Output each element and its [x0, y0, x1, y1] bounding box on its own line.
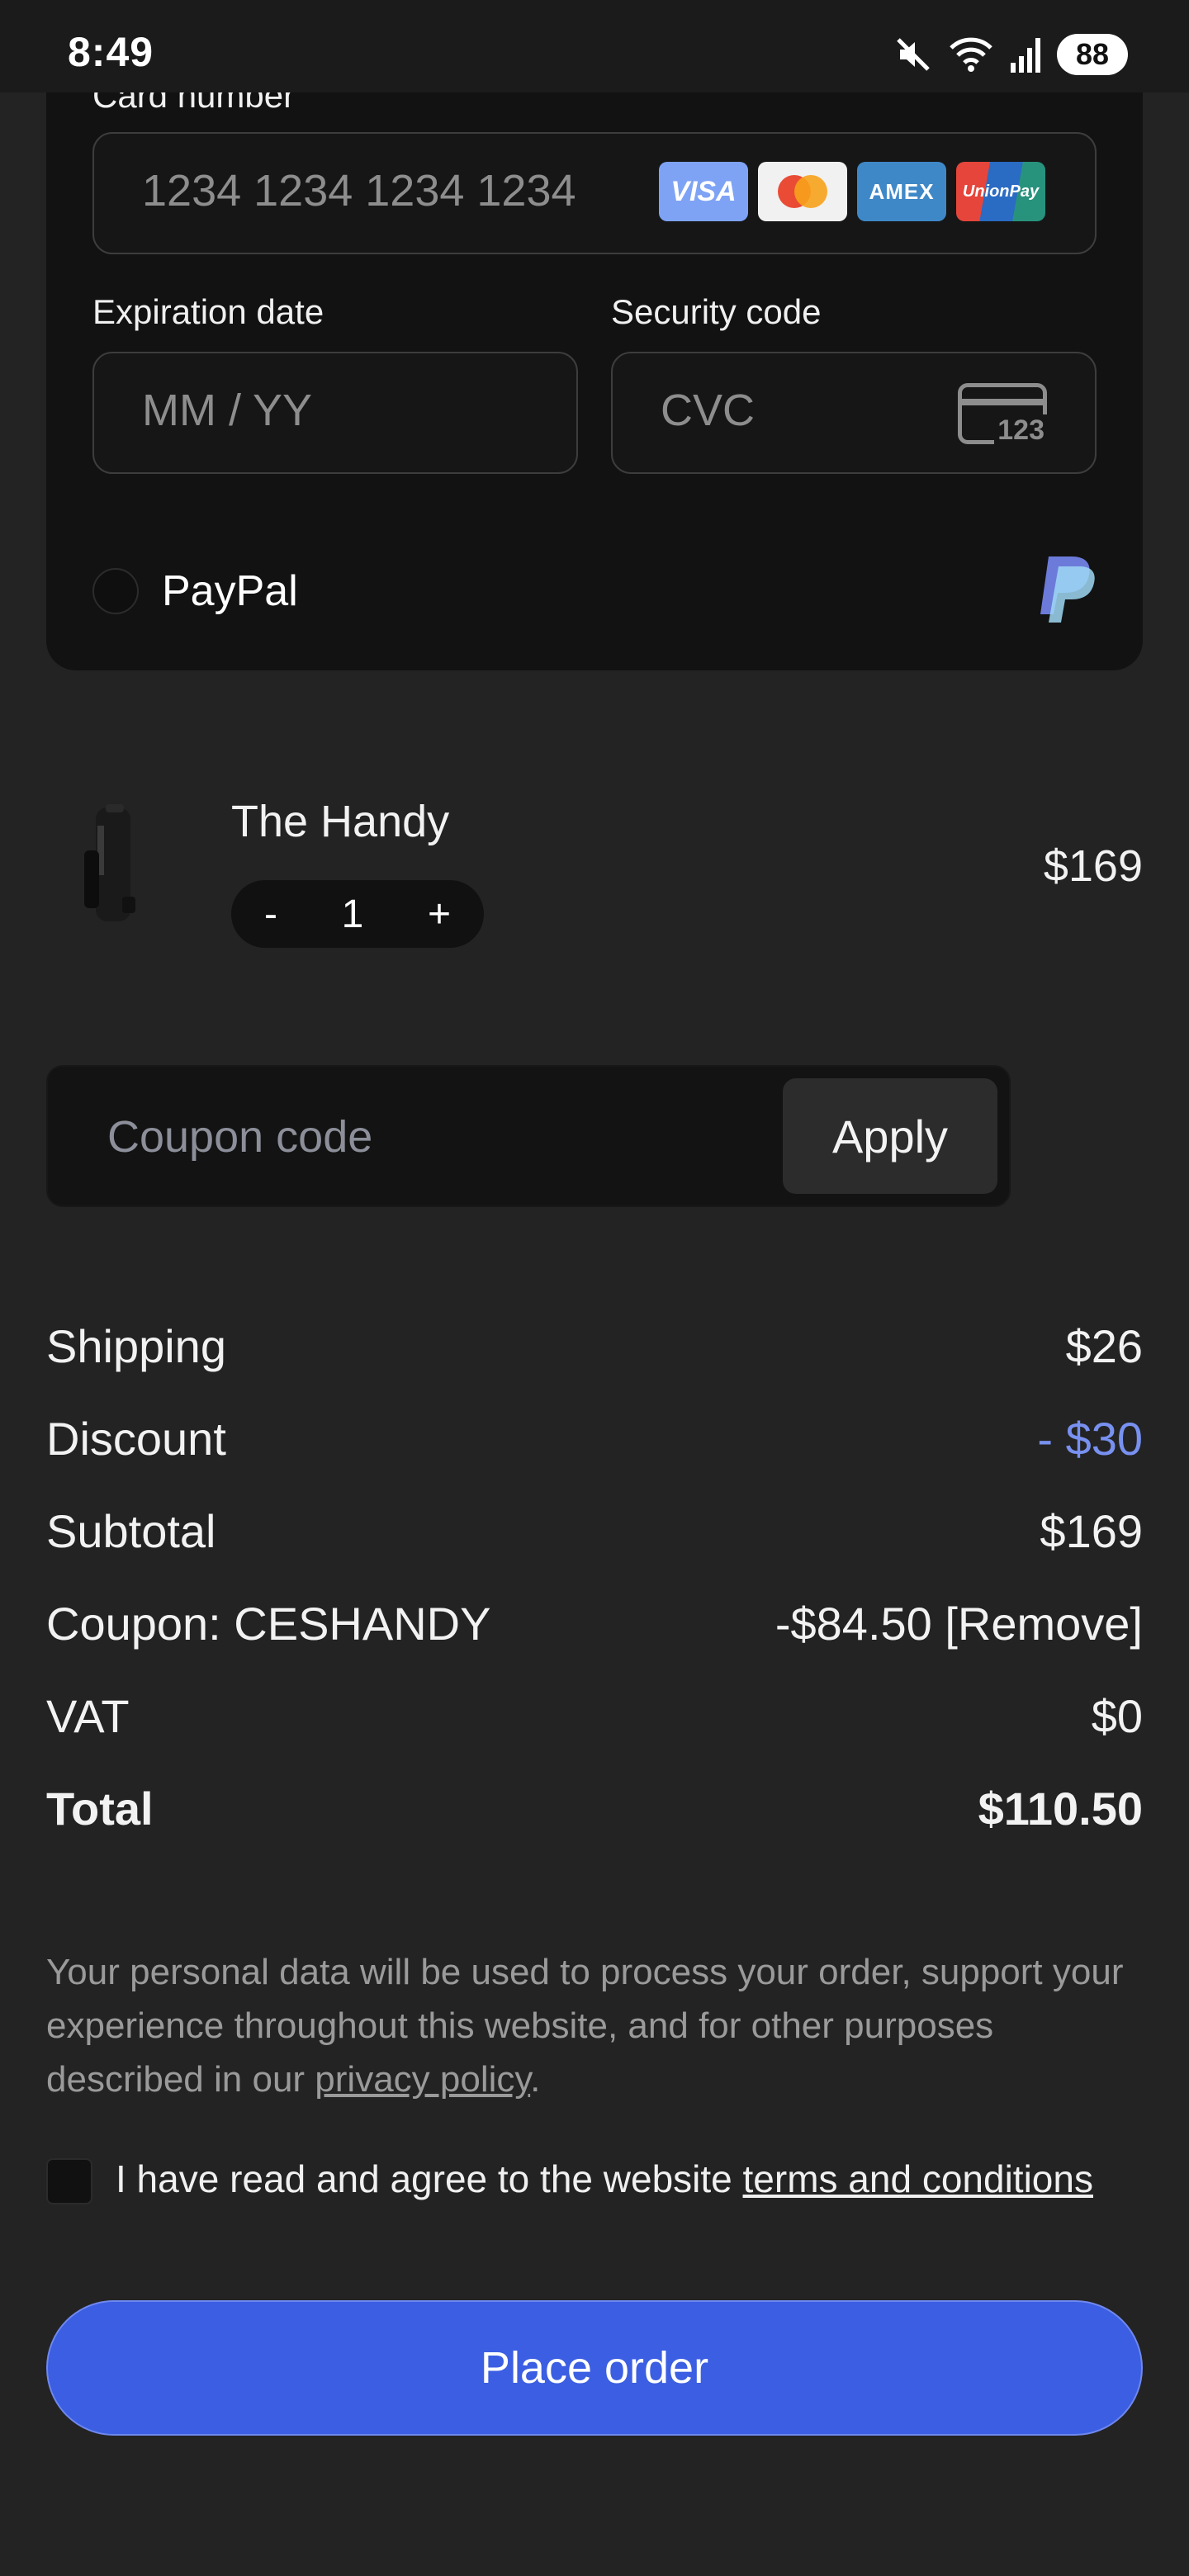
security-code-field[interactable]: CVC 123	[611, 352, 1097, 474]
cvc-number: 123	[994, 414, 1048, 447]
security-code-label: Security code	[611, 292, 822, 331]
expiration-placeholder: MM / YY	[142, 386, 313, 435]
discount-label: Discount	[46, 1412, 226, 1465]
mastercard-icon	[758, 162, 847, 221]
quantity-stepper: - 1 +	[231, 880, 484, 948]
status-icons: 88	[893, 30, 1128, 79]
vat-value: $0	[1091, 1689, 1143, 1742]
summary-row-shipping: Shipping $26	[46, 1313, 1143, 1379]
payment-card: Card number 1234 1234 1234 1234 VISA AME…	[46, 0, 1143, 670]
coupon-form: Coupon code Apply	[46, 1065, 1011, 1207]
summary-row-vat: VAT $0	[46, 1683, 1143, 1749]
amex-logo-text: AMEX	[869, 179, 935, 204]
paypal-radio[interactable]	[92, 568, 139, 614]
total-label: Total	[46, 1782, 154, 1835]
summary-row-subtotal: Subtotal $169	[46, 1498, 1143, 1564]
unionpay-logo-text: UnionPay	[962, 182, 1040, 201]
privacy-end: .	[530, 2059, 541, 2100]
terms-text: I have read and agree to the website	[116, 2157, 743, 2200]
paypal-icon	[1040, 556, 1095, 623]
coupon-applied-label: Coupon: CESHANDY	[46, 1597, 491, 1650]
visa-logo-text: VISA	[670, 176, 737, 207]
coupon-applied-value[interactable]: -$84.50 [Remove]	[775, 1597, 1143, 1650]
expiration-field[interactable]: MM / YY	[92, 352, 578, 474]
shipping-value: $26	[1065, 1319, 1143, 1372]
terms-link[interactable]: terms and conditions	[743, 2157, 1093, 2200]
place-order-button[interactable]: Place order	[46, 2300, 1143, 2436]
unionpay-icon: UnionPay	[956, 162, 1045, 221]
vat-label: VAT	[46, 1689, 130, 1742]
subtotal-label: Subtotal	[46, 1504, 216, 1557]
battery-indicator: 88	[1057, 34, 1128, 75]
product-image	[78, 801, 140, 931]
terms-checkbox[interactable]	[46, 2158, 92, 2204]
increase-quantity-button[interactable]: +	[428, 892, 451, 937]
summary-row-discount: Discount - $30	[46, 1405, 1143, 1471]
product-name: The Handy	[231, 797, 450, 846]
visa-icon: VISA	[659, 162, 748, 221]
shipping-label: Shipping	[46, 1319, 226, 1372]
subtotal-value: $169	[1040, 1504, 1143, 1557]
privacy-notice: Your personal data will be used to proce…	[46, 1945, 1153, 2106]
coupon-code-input[interactable]: Coupon code	[48, 1067, 775, 1205]
discount-value: - $30	[1037, 1412, 1143, 1465]
cvc-card-icon: 123	[958, 383, 1048, 447]
wifi-icon	[950, 37, 992, 72]
privacy-text: Your personal data will be used to proce…	[46, 1952, 1124, 2100]
terms-label: I have read and agree to the website ter…	[116, 2157, 1093, 2201]
mute-icon	[897, 38, 930, 71]
total-value: $110.50	[978, 1782, 1143, 1835]
security-code-placeholder: CVC	[661, 386, 756, 435]
paypal-label[interactable]: PayPal	[162, 566, 298, 616]
privacy-policy-link[interactable]: privacy policy	[315, 2059, 530, 2100]
card-number-placeholder: 1234 1234 1234 1234	[142, 166, 576, 215]
expiration-label: Expiration date	[92, 292, 324, 331]
signal-icon	[1011, 38, 1040, 73]
apply-coupon-button[interactable]: Apply	[783, 1078, 997, 1194]
status-time: 8:49	[68, 29, 154, 75]
summary-row-total: Total $110.50	[46, 1775, 1143, 1841]
status-bar: 8:49 88	[0, 0, 1189, 92]
amex-icon: AMEX	[857, 162, 946, 221]
quantity-value: 1	[341, 892, 364, 936]
decrease-quantity-button[interactable]: -	[264, 892, 277, 937]
coupon-code-placeholder: Coupon code	[107, 1112, 373, 1162]
product-price: $169	[1043, 841, 1143, 891]
summary-row-coupon: Coupon: CESHANDY -$84.50 [Remove]	[46, 1590, 1143, 1656]
